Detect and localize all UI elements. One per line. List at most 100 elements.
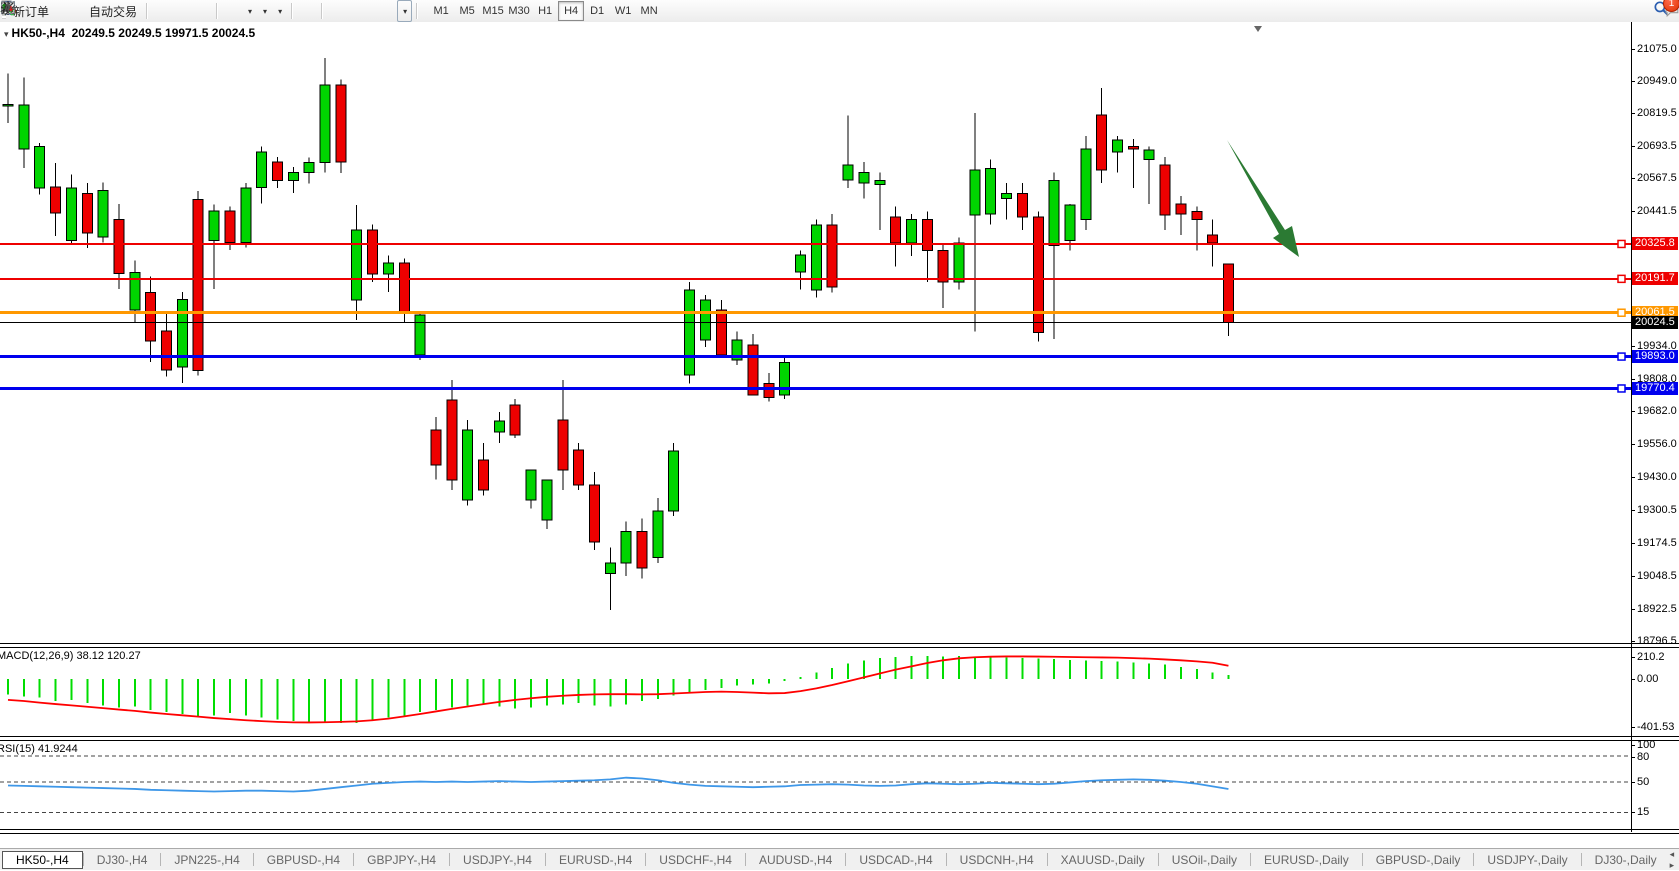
timeframe-M1[interactable]: M1 <box>428 1 454 21</box>
price-tick-mark <box>1631 609 1635 610</box>
rsi-tick: 80 <box>1637 751 1649 763</box>
price-line-badge-20191.7: 20191.7 <box>1632 272 1678 285</box>
price-tick-mark <box>1631 543 1635 544</box>
pane-separator-bottom <box>0 829 1679 834</box>
macd-tick: 210.2 <box>1637 651 1665 663</box>
price-tick: 19556.0 <box>1637 438 1677 450</box>
chart-symbol-period: HK50-,H4 <box>12 26 65 40</box>
ohlc-close: 20024.5 <box>212 26 255 40</box>
tab-eurusd-daily[interactable]: EURUSD-,Daily <box>1251 851 1362 868</box>
rsi-tick: 15 <box>1637 806 1649 818</box>
timeframe-H4[interactable]: H4 <box>558 1 584 21</box>
text-button[interactable]: A <box>377 0 387 22</box>
macd-label: MACD(12,26,9) 38.12 120.27 <box>0 650 141 662</box>
tab-audusd-h4[interactable]: AUDUSD-,H4 <box>746 851 845 868</box>
new-chart-button[interactable]: ▾ <box>242 0 257 22</box>
new-order-label: 新订单 <box>13 3 49 20</box>
chart-shift-button[interactable] <box>222 0 232 22</box>
zoom-out-button[interactable] <box>192 0 202 22</box>
tab-usdjpy-daily[interactable]: USDJPY-,Daily <box>1474 851 1580 868</box>
timeframe-M15[interactable]: M15 <box>480 1 506 21</box>
indicators-button[interactable]: ▾ <box>272 0 287 22</box>
price-tick-mark <box>1631 178 1635 179</box>
tab-usdcad-h4[interactable]: USDCAD-,H4 <box>846 851 945 868</box>
tab-hk50-h4[interactable]: HK50-,H4 <box>2 851 83 869</box>
autotrading-button[interactable]: 自动交易 <box>84 0 142 22</box>
market-button[interactable] <box>54 0 64 22</box>
ohlc-high: 20249.5 <box>118 26 161 40</box>
crosshair-button[interactable] <box>307 0 317 22</box>
macd-tick-mark <box>1631 679 1635 680</box>
rsi-tick: 100 <box>1637 739 1655 751</box>
tab-gbpjpy-h4[interactable]: GBPJPY-,H4 <box>354 851 449 868</box>
channel-button[interactable]: E <box>357 0 367 22</box>
price-tick-mark <box>1631 510 1635 511</box>
pane-separator-macd[interactable] <box>0 643 1679 648</box>
tab-xauusd-daily[interactable]: XAUUSD-,Daily <box>1048 851 1158 868</box>
pane-separator-rsi[interactable] <box>0 736 1679 741</box>
price-tick: 20441.5 <box>1637 205 1677 217</box>
trendline-button[interactable] <box>347 0 357 22</box>
tab-gbpusd-daily[interactable]: GBPUSD-,Daily <box>1363 851 1474 868</box>
price-tick-mark <box>1631 477 1635 478</box>
price-tick-mark <box>1631 641 1635 642</box>
tab-usdjpy-h4[interactable]: USDJPY-,H4 <box>450 851 545 868</box>
ohlc-low: 19971.5 <box>165 26 208 40</box>
macd-tick: -401.53 <box>1637 721 1674 733</box>
rsi-tick-mark <box>1631 745 1635 746</box>
shapes-button[interactable]: ▾ <box>397 0 412 22</box>
horizontal-line-button[interactable] <box>337 0 347 22</box>
tab-scroll-arrows[interactable]: ◂ ▸ <box>1670 849 1679 871</box>
fibonacci-button[interactable]: F <box>367 0 377 22</box>
price-tick: 20693.5 <box>1637 140 1677 152</box>
price-line-badge-20024.5: 20024.5 <box>1632 316 1678 329</box>
search-button[interactable] <box>1653 0 1663 22</box>
candlestick-button[interactable] <box>162 0 172 22</box>
tab-dj30-daily[interactable]: DJ30-,Daily <box>1582 851 1670 868</box>
tile-windows-button[interactable] <box>202 0 212 22</box>
timeframe-group: M1M5M15M30H1H4D1W1MN <box>428 1 662 21</box>
price-tick-mark <box>1631 211 1635 212</box>
periods-button[interactable]: ▾ <box>257 0 272 22</box>
vertical-line-button[interactable] <box>327 0 337 22</box>
price-line-badge-19770.4: 19770.4 <box>1632 382 1678 395</box>
toolbar-separator <box>291 3 293 19</box>
text-label-button[interactable]: T <box>387 0 397 22</box>
price-tick-mark <box>1631 576 1635 577</box>
tab-gbpusd-h4[interactable]: GBPUSD-,H4 <box>254 851 353 868</box>
tab-usoil-daily[interactable]: USOil-,Daily <box>1159 851 1250 868</box>
timeframe-W1[interactable]: W1 <box>610 1 636 21</box>
tab-dj30-h4[interactable]: DJ30-,H4 <box>84 851 161 868</box>
toolbar-separator <box>416 3 418 19</box>
rsi-label: RSI(15) 41.9244 <box>0 743 78 755</box>
notifications-button[interactable]: 1 <box>1663 0 1673 22</box>
price-tick-mark <box>1631 113 1635 114</box>
tab-eurusd-h4[interactable]: EURUSD-,H4 <box>546 851 645 868</box>
toolbar-separator <box>321 3 323 19</box>
ohlc-open: 20249.5 <box>72 26 115 40</box>
timeframe-H1[interactable]: H1 <box>532 1 558 21</box>
timeframe-D1[interactable]: D1 <box>584 1 610 21</box>
signals-button[interactable] <box>74 0 84 22</box>
price-axis-border <box>1631 22 1632 832</box>
price-tick: 19048.5 <box>1637 570 1677 582</box>
line-chart-button[interactable] <box>172 0 182 22</box>
tab-usdcnh-h4[interactable]: USDCNH-,H4 <box>947 851 1047 868</box>
auto-scroll-button[interactable] <box>232 0 242 22</box>
price-line-badge-20325.8: 20325.8 <box>1632 237 1678 250</box>
timeframe-MN[interactable]: MN <box>636 1 662 21</box>
one-click-trading-toggle-icon[interactable]: ▾ <box>4 29 9 39</box>
tab-jpn225-h4[interactable]: JPN225-,H4 <box>161 851 252 868</box>
timeframe-M5[interactable]: M5 <box>454 1 480 21</box>
zoom-in-button[interactable] <box>182 0 192 22</box>
community-button[interactable] <box>64 0 74 22</box>
tab-usdchf-h4[interactable]: USDCHF-,H4 <box>646 851 745 868</box>
bar-chart-button[interactable] <box>152 0 162 22</box>
timeframe-M30[interactable]: M30 <box>506 1 532 21</box>
price-chart-canvas[interactable] <box>0 22 1679 832</box>
chevron-down-icon: ▾ <box>403 7 407 16</box>
cursor-button[interactable] <box>297 0 307 22</box>
price-tick-mark <box>1631 379 1635 380</box>
toolbar-separator <box>146 3 148 19</box>
price-tick-mark <box>1631 81 1635 82</box>
